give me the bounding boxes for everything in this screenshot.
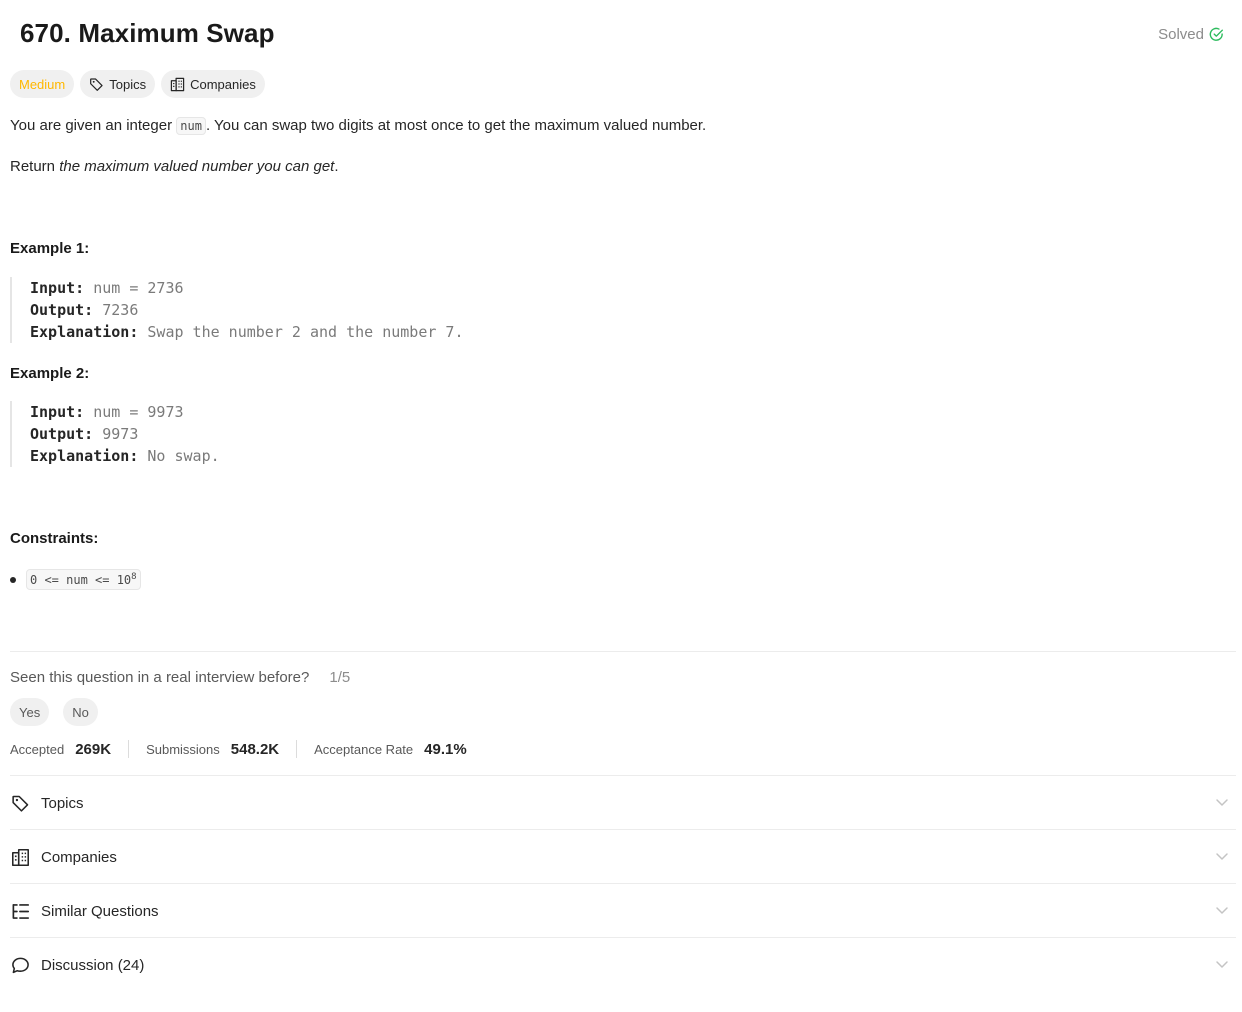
statement-text: Return xyxy=(10,158,60,175)
accepted-stat: Accepted 269K xyxy=(10,741,111,758)
stats-bar: Accepted 269K Submissions 548.2K Accepta… xyxy=(10,740,467,758)
constraints-title: Constraints: xyxy=(10,530,99,547)
acceptance-rate-stat: Acceptance Rate 49.1% xyxy=(314,741,467,758)
chevron-down-icon xyxy=(1216,799,1228,806)
constraint-item: 0 <= num <= 108 xyxy=(10,569,141,590)
solved-label: Solved xyxy=(1158,26,1204,43)
accordion-similar-questions[interactable]: Similar Questions xyxy=(10,884,1236,938)
check-circle-icon xyxy=(1209,27,1224,41)
stat-separator xyxy=(128,740,130,758)
building-icon xyxy=(170,77,185,91)
example-explanation-value: No swap. xyxy=(147,447,220,465)
submissions-label: Submissions xyxy=(146,741,220,757)
tag-bar: Medium Topics Companies xyxy=(10,70,265,98)
problem-title[interactable]: 670. Maximum Swap xyxy=(20,18,275,49)
topics-tag-button[interactable]: Topics xyxy=(80,70,156,98)
interview-count: 1/5 xyxy=(329,669,351,686)
companies-tag-label: Companies xyxy=(190,76,256,92)
interview-answer-buttons: Yes No xyxy=(10,698,98,726)
submissions-stat: Submissions 548.2K xyxy=(146,741,279,758)
solved-status: Solved xyxy=(1158,26,1224,43)
example-input-label: Input: xyxy=(30,279,85,297)
stat-separator xyxy=(296,740,298,758)
inline-code-num: num xyxy=(176,117,206,135)
companies-tag-button[interactable]: Companies xyxy=(161,70,265,98)
statement-emphasis: the maximum valued number you can get xyxy=(59,158,335,175)
accordion-label: Topics xyxy=(41,794,84,812)
example-explanation-label: Explanation: xyxy=(30,447,139,465)
accordion-label: Companies xyxy=(41,848,117,866)
example-1-block: Input: num = 2736 Output: 7236 Explanati… xyxy=(10,277,463,343)
chat-bubble-icon-wrap xyxy=(10,955,30,975)
constraint-exponent: 8 xyxy=(131,572,137,582)
statement-text: You are given an integer xyxy=(10,117,177,134)
topics-tag-label: Topics xyxy=(109,76,147,92)
divider xyxy=(10,651,1236,652)
statement-text: . xyxy=(334,158,339,175)
tag-icon-wrap xyxy=(10,793,30,813)
building-icon-wrap xyxy=(10,847,30,867)
chevron-down-icon xyxy=(1216,961,1228,968)
example-explanation-value: Swap the number 2 and the number 7. xyxy=(147,323,464,341)
accordion-label: Similar Questions xyxy=(41,902,159,920)
list-tree-icon xyxy=(12,903,29,919)
list-tree-icon-wrap xyxy=(10,901,30,921)
problem-statement: You are given an integer num. You can sw… xyxy=(10,116,1230,175)
example-input-value: num = 9973 xyxy=(93,403,184,421)
example-input-label: Input: xyxy=(30,403,85,421)
example-output-label: Output: xyxy=(30,425,94,443)
interview-question: Seen this question in a real interview b… xyxy=(10,669,350,686)
yes-button[interactable]: Yes xyxy=(10,698,50,726)
accordion-label: Discussion (24) xyxy=(41,956,145,974)
chevron-down-icon xyxy=(1216,853,1228,860)
acceptance-rate-value: 49.1% xyxy=(424,740,467,758)
example-output-value: 9973 xyxy=(102,425,139,443)
bullet-dot xyxy=(10,576,16,583)
difficulty-badge: Medium xyxy=(10,70,75,98)
tag-icon xyxy=(11,795,28,812)
statement-paragraph-1: You are given an integer num. You can sw… xyxy=(10,116,1230,136)
example-output-value: 7236 xyxy=(102,301,139,319)
accepted-value: 269K xyxy=(75,740,112,758)
accepted-label: Accepted xyxy=(10,741,65,757)
submissions-value: 548.2K xyxy=(230,740,280,758)
chat-bubble-icon xyxy=(11,957,29,973)
example-2-block: Input: num = 9973 Output: 9973 Explanati… xyxy=(10,401,220,467)
no-button[interactable]: No xyxy=(63,698,98,726)
accordion-discussion[interactable]: Discussion (24) xyxy=(10,938,1236,992)
interview-question-text: Seen this question in a real interview b… xyxy=(10,669,310,686)
problem-header: 670. Maximum Swap Solved xyxy=(10,0,1232,68)
statement-text: . You can swap two digits at most once t… xyxy=(205,117,707,134)
chevron-down-icon xyxy=(1216,907,1228,914)
statement-paragraph-2: Return the maximum valued number you can… xyxy=(10,157,339,177)
tag-icon xyxy=(90,77,103,91)
example-output-label: Output: xyxy=(30,301,94,319)
constraint-code: 0 <= num <= 108 xyxy=(26,569,141,590)
example-input-value: num = 2736 xyxy=(93,279,184,297)
accordion-topics[interactable]: Topics xyxy=(10,776,1236,830)
acceptance-rate-label: Acceptance Rate xyxy=(314,741,414,757)
example-explanation-label: Explanation: xyxy=(30,323,139,341)
example-2-title: Example 2: xyxy=(10,365,90,382)
example-1-title: Example 1: xyxy=(10,240,90,257)
accordion-companies[interactable]: Companies xyxy=(10,830,1236,884)
building-icon xyxy=(11,848,29,866)
problem-description-panel: 670. Maximum Swap Solved Medium Topics C… xyxy=(0,0,1242,1012)
constraint-base: 0 <= num <= 10 xyxy=(30,573,132,587)
